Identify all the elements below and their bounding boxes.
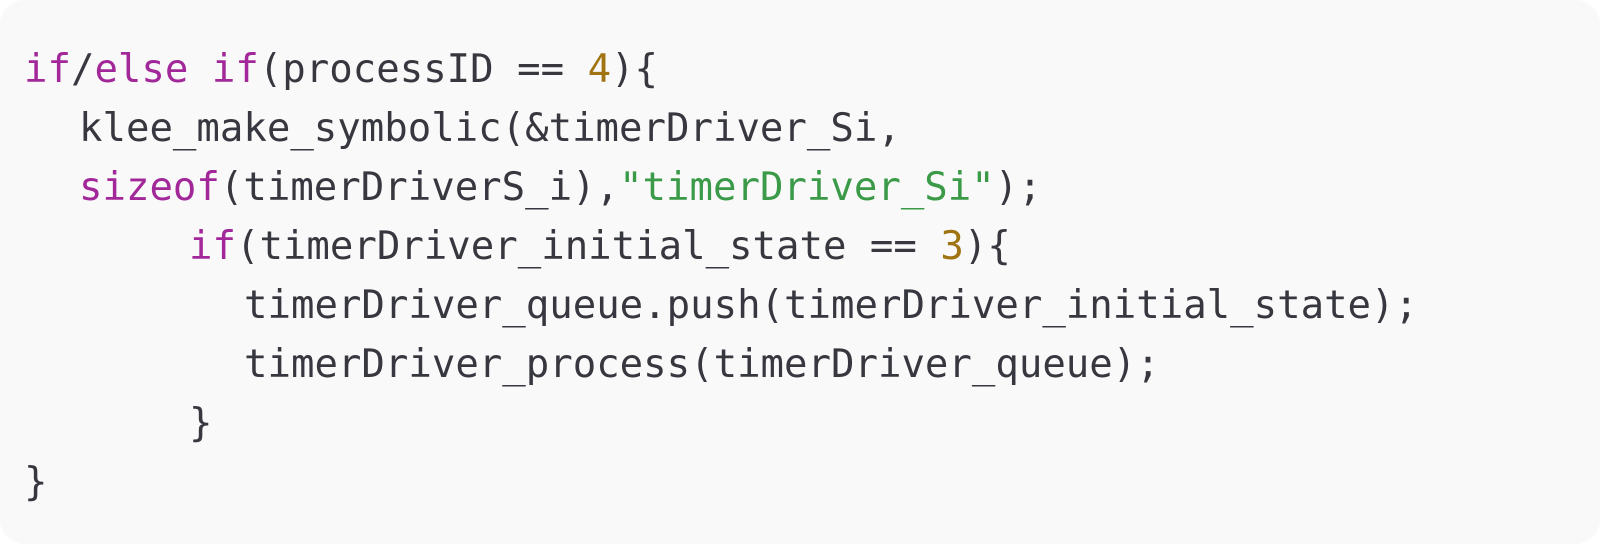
code-line: if(timerDriver_initial_state == 3){ <box>24 217 1600 276</box>
code-token: ){ <box>963 224 1011 269</box>
keyword-token: if <box>189 224 236 269</box>
keyword-token: else if <box>94 47 259 92</box>
code-token: (timerDriver_initial_state == <box>235 224 941 269</box>
code-token: } <box>189 401 213 446</box>
code-line: if/else if(processID == 4){ <box>24 40 1600 99</box>
number-token: 3 <box>940 224 964 269</box>
code-token: / <box>70 47 95 92</box>
keyword-token: if <box>24 47 71 92</box>
code-block: if/else if(processID == 4){klee_make_sym… <box>0 0 1600 544</box>
code-token: } <box>24 460 48 505</box>
number-token: 4 <box>587 47 612 92</box>
code-token: (timerDriverS_i), <box>219 165 620 210</box>
code-token: (processID == <box>258 47 588 92</box>
code-token: ); <box>994 165 1042 210</box>
code-token: ){ <box>611 47 659 92</box>
code-line: } <box>24 394 1600 453</box>
string-token: "timerDriver_Si" <box>619 165 995 210</box>
code-line: } <box>24 453 1600 512</box>
keyword-token: sizeof <box>79 165 220 210</box>
code-line: timerDriver_queue.push(timerDriver_initi… <box>24 276 1600 335</box>
code-line: klee_make_symbolic(&timerDriver_Si, <box>24 99 1600 158</box>
code-token: timerDriver_queue.push(timerDriver_initi… <box>244 283 1418 328</box>
code-token: timerDriver_process(timerDriver_queue); <box>244 342 1160 387</box>
code-token: klee_make_symbolic(&timerDriver_Si, <box>79 106 901 151</box>
code-line: timerDriver_process(timerDriver_queue); <box>24 335 1600 394</box>
code-lines: if/else if(processID == 4){klee_make_sym… <box>24 40 1600 512</box>
code-line: sizeof(timerDriverS_i),"timerDriver_Si")… <box>24 158 1600 217</box>
